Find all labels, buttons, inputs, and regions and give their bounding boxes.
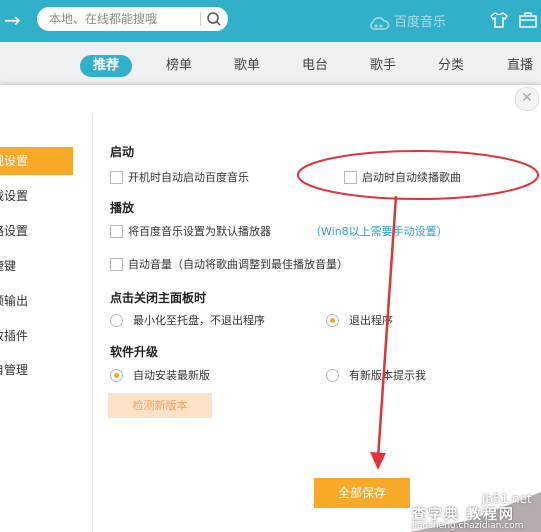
brand-name: 百度音乐 — [394, 15, 447, 30]
auto-start-checkbox[interactable] — [110, 171, 123, 184]
toolbox-icon[interactable] — [518, 10, 538, 30]
cloud-icon — [370, 16, 390, 30]
sidebar-item-download[interactable]: 载设置 — [0, 182, 92, 210]
default-player-checkbox[interactable] — [110, 225, 123, 238]
playback-section-title: 播放 — [110, 201, 135, 215]
close-panel-section-title: 点击关闭主面板时 — [110, 291, 207, 305]
check-update-button[interactable]: 检测新版本 — [108, 393, 212, 418]
top-bar: → 本地、在线都能搜哦 百度音乐 — [0, 0, 541, 42]
exit-program-label: 退出程序 — [349, 314, 393, 327]
nav-bar: 推荐 榜单 歌单 电台 歌手 分类 直播 — [0, 42, 541, 88]
sidebar-item-audio-output[interactable]: 频输出 — [0, 287, 92, 315]
sidebar-item-network[interactable]: 路设置 — [0, 217, 92, 245]
sidebar-item-general[interactable]: 规设置 — [0, 147, 73, 175]
sidebar-item-hotkeys[interactable]: 捷键 — [0, 252, 92, 280]
tab-charts[interactable]: 榜单 — [166, 55, 192, 77]
default-player-label: 将百度音乐设置为默认播放器 — [128, 225, 271, 238]
auto-install-label: 自动安装最新版 — [133, 369, 210, 382]
notify-new-version-label: 有新版本提示我 — [349, 369, 426, 382]
skin-shirt-icon[interactable] — [489, 10, 509, 30]
auto-start-label: 开机时自动启动百度音乐 — [128, 171, 249, 184]
search-box[interactable]: 本地、在线都能搜哦 — [37, 7, 228, 31]
tab-artists[interactable]: 歌手 — [370, 55, 396, 77]
upgrade-section-title: 软件升级 — [110, 345, 159, 359]
brand-logo: 百度音乐 — [368, 11, 446, 30]
settings-sidebar: 规设置 载设置 路设置 捷键 频输出 放插件 自管理 — [0, 115, 93, 532]
tab-playlists[interactable]: 歌单 — [234, 55, 260, 77]
minimize-to-tray-radio[interactable] — [110, 314, 123, 327]
auto-resume-label: 启动时自动续播歌曲 — [362, 171, 461, 184]
search-input[interactable]: 本地、在线都能搜哦 — [49, 7, 157, 31]
sidebar-item-management[interactable]: 自管理 — [0, 356, 92, 384]
auto-resume-checkbox[interactable] — [344, 171, 357, 184]
search-icon[interactable] — [205, 10, 223, 28]
watermark-url: jiaocheng.chazidian.com — [412, 521, 524, 531]
notify-new-version-radio[interactable] — [326, 369, 339, 382]
minimize-to-tray-label: 最小化至托盘，不退出程序 — [133, 314, 265, 327]
close-button[interactable]: ✕ — [515, 87, 539, 111]
search-divider — [200, 12, 201, 26]
startup-section-title: 启动 — [110, 145, 135, 159]
exit-program-radio[interactable] — [326, 314, 339, 327]
win8-manual-setting-link[interactable]: （Win8以上需要手动设置） — [310, 225, 448, 239]
sidebar-item-plugins[interactable]: 放插件 — [0, 322, 92, 350]
auto-volume-label: 自动音量（自动将歌曲调整到最佳播放音量） — [128, 258, 348, 271]
tab-categories[interactable]: 分类 — [438, 55, 464, 77]
save-all-button[interactable]: 全部保存 — [314, 478, 410, 508]
back-arrow-icon[interactable]: → — [4, 8, 28, 32]
auto-install-radio[interactable] — [110, 369, 123, 382]
tab-live[interactable]: 直播 — [507, 55, 533, 77]
tab-recommend[interactable]: 推荐 — [80, 55, 133, 77]
auto-volume-checkbox[interactable] — [110, 258, 123, 271]
tab-radio[interactable]: 电台 — [302, 55, 328, 77]
